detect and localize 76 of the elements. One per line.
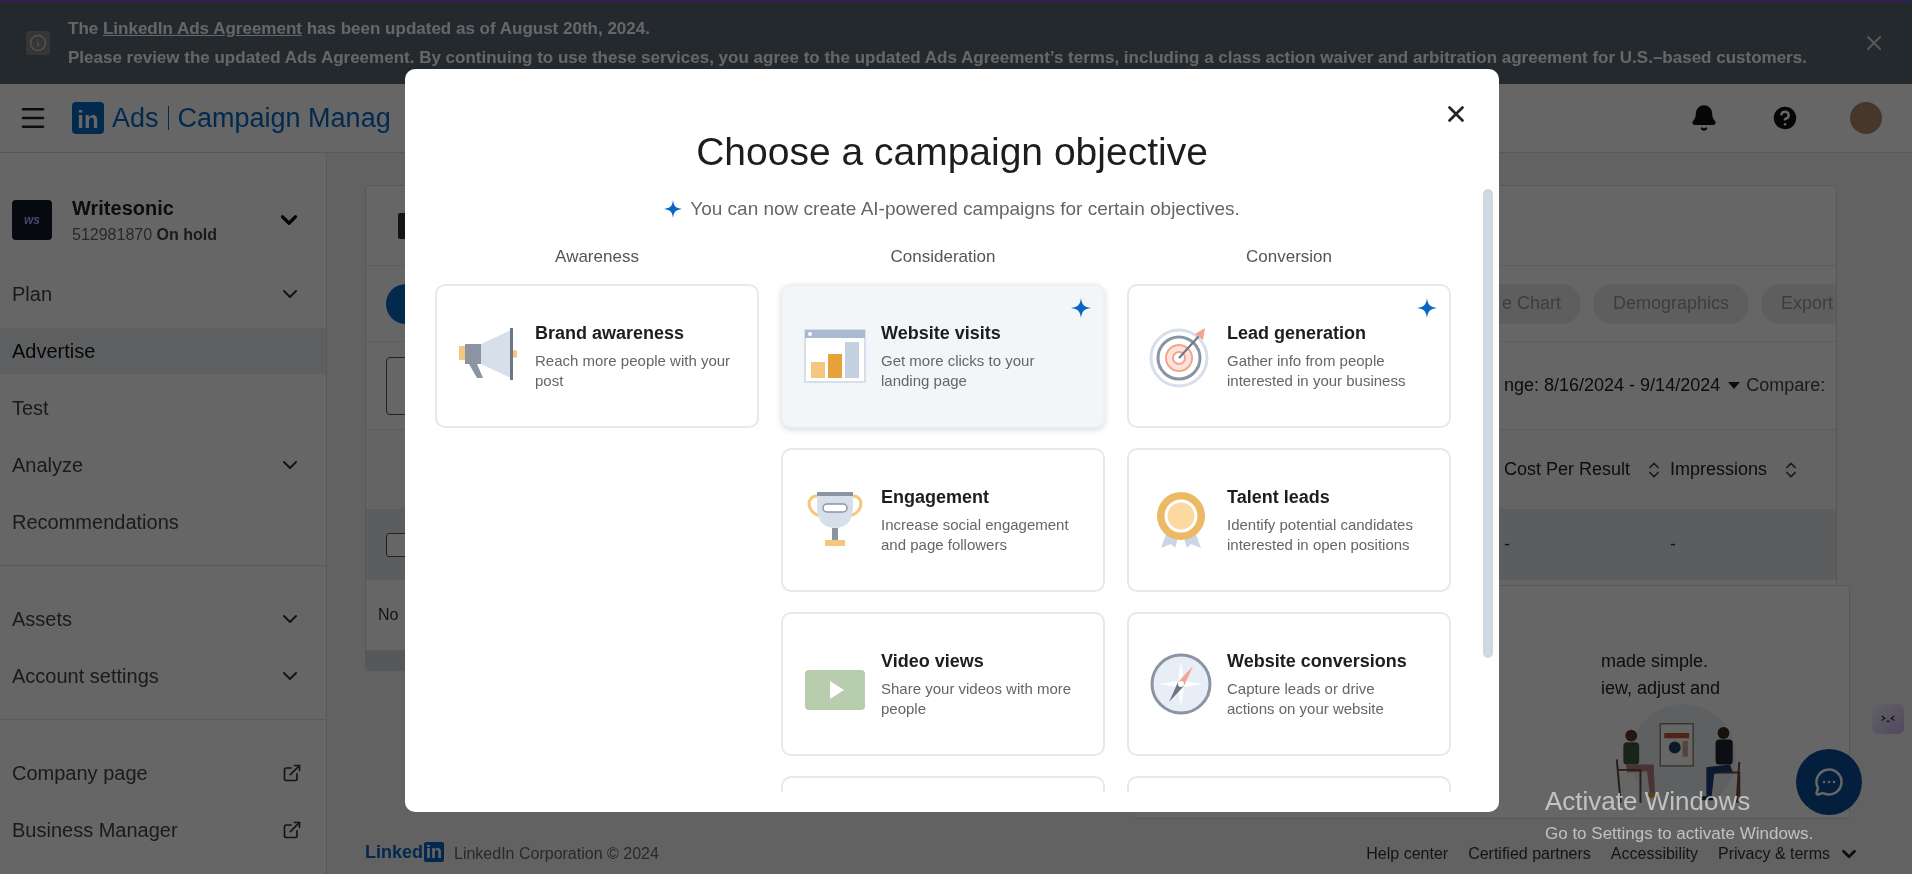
empty-message: No [378,605,399,625]
sidebar-item[interactable]: Test [0,385,326,431]
footer-logo: Linked in [365,839,444,866]
table-cell-text: - [1504,533,1511,556]
promo-text: iew, adjust and [1601,677,1721,700]
column-heading: Awareness [555,245,639,264]
objective-title: Lead generation [1227,322,1368,345]
footer-link[interactable]: Accessibility [1610,842,1698,866]
objective-card[interactable]: Video views Share your videos with more people [781,611,1105,756]
activation-notice-title: Activate Windows [1545,785,1752,818]
objective-title: Website conversions [1227,650,1408,673]
footer-link[interactable]: Help center [1366,842,1449,866]
product-name: Ads [112,101,159,135]
notifications-icon[interactable] [1690,104,1718,132]
compare-label[interactable]: Compare: [1746,372,1826,399]
sidebar-item[interactable]: Advertise [0,328,326,374]
objective-card[interactable]: Website visits Get more clicks to your landing page [781,283,1105,428]
objective-description: Gather info from people interested in your business [1227,351,1407,391]
sidebar-item[interactable]: Analyze [0,442,326,488]
objective-card[interactable]: Engagement Increase social engagement and page followers [781,447,1105,592]
chat-bubble-icon [1814,767,1844,797]
objective-card[interactable]: Website conversions Capture leads or drive actions on your website [1127,611,1451,756]
objective-title: Engagement [881,486,991,509]
promo-text: made simple. [1601,650,1710,673]
info-icon [26,31,50,55]
column-header[interactable]: Cost Per Result [1504,456,1631,483]
sidebar-item[interactable]: Business Manager [0,807,326,853]
sidebar-item[interactable]: Assets [0,596,326,642]
agreement-link[interactable]: LinkedIn Ads Agreement [102,18,302,38]
external-link-icon [282,820,302,840]
sidebar-item[interactable]: Recommendations [0,499,326,545]
column-heading: Consideration [890,245,996,264]
sidebar-item[interactable]: Plan [0,271,326,317]
objective-description: Reach more people with your post [535,351,732,391]
objective-description: Increase social engagement and page followers [881,515,1070,555]
caret-icon [1728,382,1741,389]
footer-link[interactable]: Certified partners [1468,842,1591,866]
brand-logo: in [72,102,104,134]
account-logo: ws [12,200,52,240]
table-cell-text: - [1670,533,1677,556]
ai-sparkle-icon [1417,297,1437,318]
app-title: Campaign Manag [177,101,391,135]
column-heading: Conversion [1246,245,1332,264]
objective-description: Get more clicks to your landing page [881,351,1036,391]
objective-card[interactable]: Brand awareness Reach more people with your post [435,283,759,428]
sidebar-item[interactable]: Account settings [0,653,326,699]
objective-description: Share your videos with more people [881,679,1073,719]
banner-message: Please review the updated Ads Agreement. By continuing to use these services, you agree to the updated Ads Agreement’s terms, including a class action waiver and arbitration agreement for U.S.–based customers. [68,47,1808,69]
column-header[interactable]: Impressions [1670,456,1768,483]
dialog-subtitle: You can now create AI-powered campaigns for certain objectives. [690,197,1240,221]
ai-sparkle-icon [664,200,683,219]
objective-title: Video views [881,650,985,673]
ai-sparkle-icon [1071,297,1091,318]
activation-notice-text: Go to Settings to activate Windows. [1545,823,1814,845]
avatar[interactable] [1850,102,1882,134]
external-link-icon [282,763,302,783]
objective-title: Website visits [881,322,1002,345]
objective-card[interactable]: Talent leads Identify potential candidates interested in open positions [1127,447,1451,592]
objective-title: Talent leads [1227,486,1331,509]
objective-description: Capture leads or drive actions on your website [1227,679,1385,719]
date-range[interactable]: nge: 8/16/2024 - 9/14/2024 [1504,372,1721,399]
sidebar-item[interactable]: Company page [0,750,326,796]
footer-link[interactable]: Privacy & terms [1718,842,1830,866]
objective-card[interactable]: Lead generation Gather info from people interested in your business [1127,283,1451,428]
objective-title: Brand awareness [535,322,686,345]
compass-icon [1149,651,1213,716]
help-icon[interactable] [1770,103,1800,133]
assistant-widget[interactable] [1872,704,1904,734]
face-glyph-icon [1880,715,1896,723]
account-name: Writesonic [72,196,175,221]
scrollbar-thumb[interactable] [1483,189,1493,658]
account-id: 512981870 On hold [72,225,218,245]
objective-description: Identify potential candidates interested in open positions [1227,515,1414,555]
copyright-text: LinkedIn Corporation © 2024 [454,844,659,864]
banner-message: The LinkedIn Ads Agreement has been updated as of August 20th, 2024. [68,17,651,40]
dialog-title: Choose a campaign objective [696,128,1208,175]
